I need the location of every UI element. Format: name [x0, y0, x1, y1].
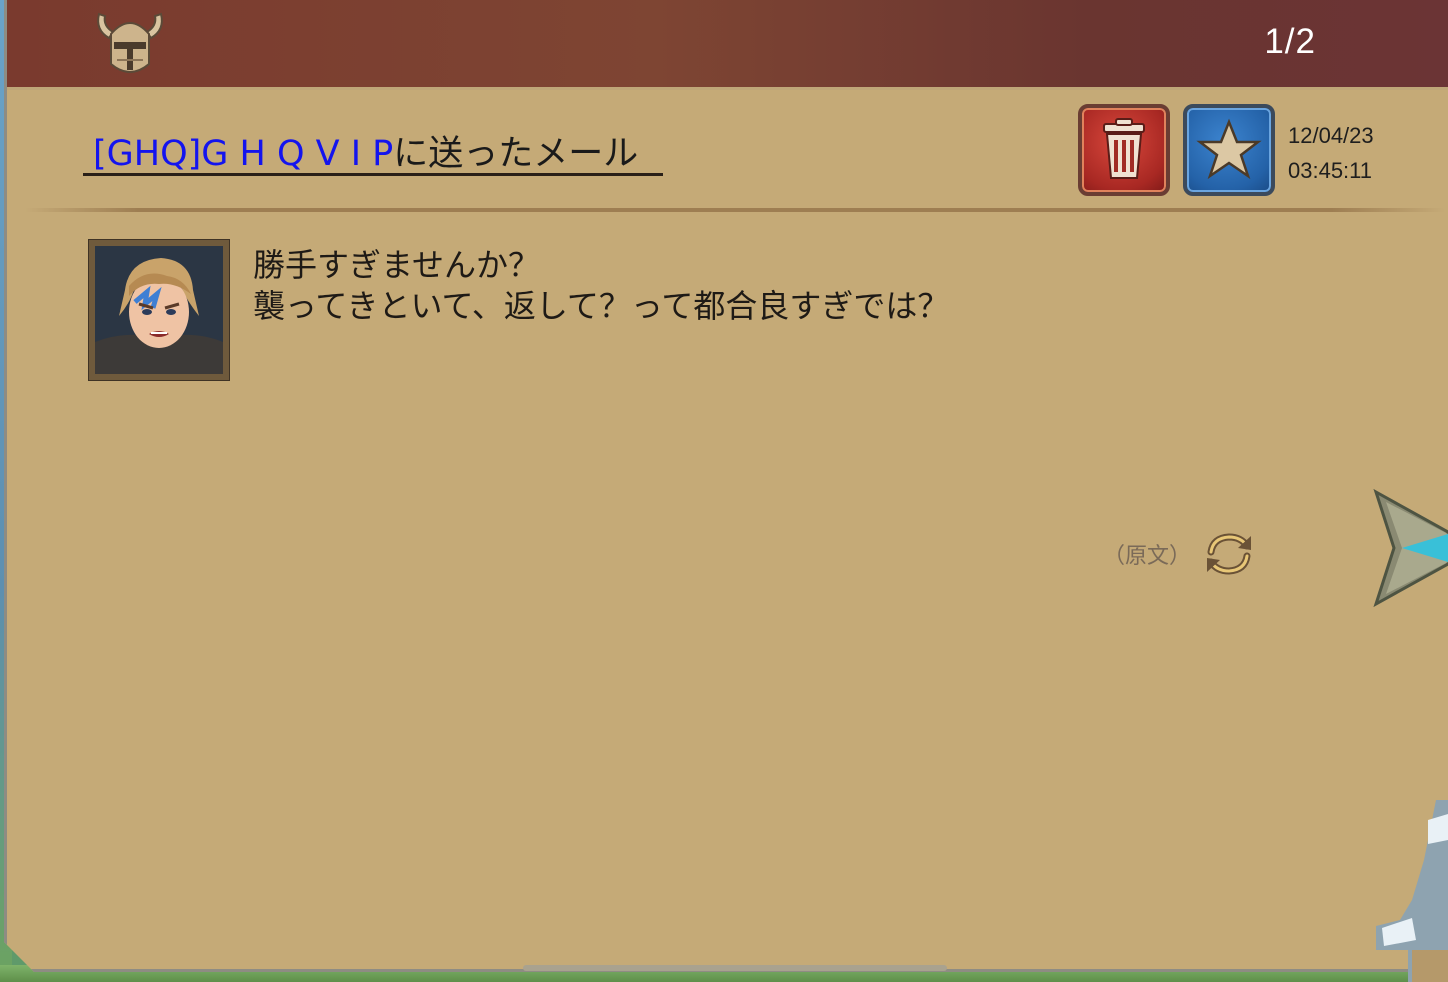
helmet-icon: [91, 4, 169, 82]
message-body: 勝手すぎませんか？ 襲ってきといて、返して？って都合良すぎでは？: [253, 245, 949, 327]
subject-suffix: に送ったメール: [393, 134, 639, 174]
sender-avatar[interactable]: [89, 240, 229, 380]
favorite-button[interactable]: [1183, 104, 1275, 196]
star-icon: [1187, 108, 1271, 192]
arrow-right-icon[interactable]: [1372, 488, 1448, 608]
message-line: 勝手すぎませんか？: [253, 246, 541, 284]
original-text-label[interactable]: （原文）: [1103, 538, 1191, 570]
divider: [25, 208, 1445, 212]
mail-date: 12/04/23: [1288, 123, 1374, 148]
scroll-indicator[interactable]: [523, 965, 947, 971]
trash-icon: [1082, 108, 1166, 192]
page-counter: 1/2: [1264, 22, 1316, 61]
delete-button[interactable]: [1078, 104, 1170, 196]
mail-subject: [GHQ]G H Q V I Pに送ったメール: [83, 122, 663, 176]
mail-panel: 1/2 [GHQ]G H Q V I Pに送ったメール 12/04/23 03:…: [4, 0, 1448, 972]
castle-decoration: [1376, 800, 1448, 982]
mail-timestamp: 12/04/23 03:45:11: [1288, 118, 1374, 188]
message-line: 襲ってきといて、返して？って都合良すぎでは？: [253, 287, 950, 325]
mail-header-bar: 1/2: [7, 0, 1448, 90]
avatar-portrait: [95, 246, 223, 374]
refresh-icon[interactable]: [1203, 530, 1255, 578]
mail-time: 03:45:11: [1288, 158, 1373, 183]
recipient-link[interactable]: [GHQ]G H Q V I P: [93, 134, 393, 174]
